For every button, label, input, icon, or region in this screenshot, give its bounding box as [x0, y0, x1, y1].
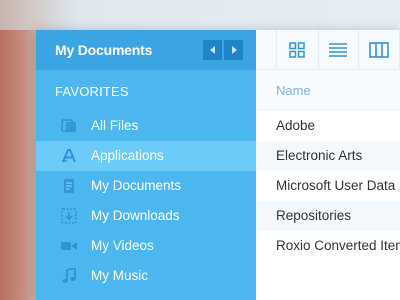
file-name: Adobe — [276, 118, 316, 133]
grid-view-button[interactable] — [276, 30, 319, 69]
view-toolbar — [256, 30, 400, 70]
sidebar-item-label: All Files — [91, 118, 139, 133]
column-header-label: Name — [276, 83, 311, 98]
sidebar-item-my-documents[interactable]: My Documents — [36, 171, 256, 201]
chevron-left-icon — [209, 46, 215, 54]
file-name: Electronic Arts — [276, 148, 363, 163]
sidebar-item-my-music[interactable]: My Music — [36, 261, 256, 291]
sidebar-item-label: My Documents — [91, 178, 182, 193]
column-view-button[interactable] — [359, 30, 400, 69]
file-name: Roxio Converted Item — [276, 238, 400, 253]
music-note-icon — [61, 268, 77, 284]
nav-arrows — [203, 40, 243, 60]
chevron-right-icon — [231, 46, 237, 54]
file-row[interactable]: Roxio Converted Item — [256, 231, 400, 261]
sidebar-item-applications[interactable]: Applications — [36, 141, 256, 171]
sidebar-item-label: My Music — [91, 268, 148, 283]
grid-view-icon — [289, 41, 306, 58]
list-view-icon — [329, 42, 348, 57]
sidebar-item-my-videos[interactable]: My Videos — [36, 231, 256, 261]
video-camera-icon — [61, 238, 77, 254]
column-view-icon — [369, 41, 389, 58]
sidebar-item-label: My Downloads — [91, 208, 180, 223]
all-files-icon — [61, 118, 77, 134]
sidebar-item-all-files[interactable]: All Files — [36, 111, 256, 141]
name-column-header[interactable]: Name — [256, 70, 400, 110]
applications-icon — [61, 148, 77, 164]
file-list: Adobe Electronic Arts Microsoft User Dat… — [256, 111, 400, 261]
forward-button[interactable] — [224, 40, 243, 60]
list-view-button[interactable] — [319, 30, 360, 69]
file-name: Microsoft User Data — [276, 178, 396, 193]
sidebar-item-label: Applications — [91, 148, 164, 163]
sidebar-item-label: My Videos — [91, 238, 154, 253]
sidebar-title: My Documents — [55, 42, 153, 58]
sidebar-header: My Documents — [36, 30, 256, 70]
file-name: Repositories — [276, 208, 352, 223]
file-row[interactable]: Adobe — [256, 111, 400, 141]
documents-icon — [61, 178, 77, 194]
file-row[interactable]: Repositories — [256, 201, 400, 231]
file-list-pane: Name Adobe Electronic Arts Microsoft Use… — [256, 30, 400, 300]
downloads-icon — [61, 208, 77, 224]
file-row[interactable]: Microsoft User Data — [256, 171, 400, 201]
file-row[interactable]: Electronic Arts — [256, 141, 400, 171]
background-blur — [0, 0, 400, 30]
back-button[interactable] — [203, 40, 222, 60]
sidebar-item-my-downloads[interactable]: My Downloads — [36, 201, 256, 231]
file-browser-window: My Documents FAVORITES All Files Applica… — [36, 30, 400, 300]
favorites-section-label: FAVORITES — [55, 84, 129, 99]
sidebar: My Documents FAVORITES All Files Applica… — [36, 30, 256, 300]
sidebar-items: All Files Applications My Documents My D… — [36, 111, 256, 291]
